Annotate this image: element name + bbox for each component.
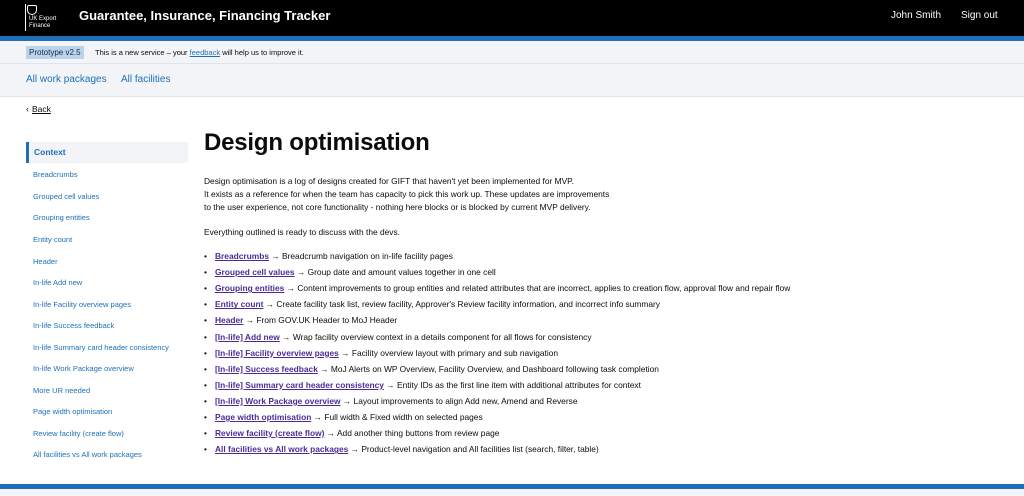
bullet-icon: • <box>204 267 207 278</box>
phase-banner: Prototype v2.5 This is a new service – y… <box>0 41 1024 64</box>
side-nav-item[interactable]: Grouped cell values <box>26 192 188 201</box>
item-link[interactable]: Page width optimisation <box>215 412 311 422</box>
side-nav-item[interactable]: Grouping entities <box>26 213 188 222</box>
list-item: • Breadcrumbs → Breadcrumb navigation on … <box>204 251 453 261</box>
side-nav-item[interactable]: More UR needed <box>26 386 188 395</box>
footer <box>0 489 1024 496</box>
item-description: → Create facility task list, review faci… <box>263 299 660 310</box>
list-item: • [In-life] Success feedback → MoJ Alerts… <box>204 364 659 374</box>
chevron-left-icon: ‹ <box>26 104 29 114</box>
list-item: • Grouped cell values → Group date and am… <box>204 267 496 277</box>
list-item: • Review facility (create flow) → Add ano… <box>204 428 499 438</box>
side-nav-item[interactable]: Page width optimisation <box>26 407 188 416</box>
back-link[interactable]: ‹ Back <box>26 104 51 114</box>
phase-text-before: This is a new service – your <box>95 48 188 57</box>
list-item: • [In-life] Summary card header consisten… <box>204 380 641 390</box>
item-description: → Entity IDs as the first line item with… <box>383 379 641 390</box>
intro-line: to the user experience, not core functio… <box>204 201 591 212</box>
list-item: • [In-life] Work Package overview → Layou… <box>204 396 577 406</box>
feedback-link[interactable]: feedback <box>190 48 220 57</box>
service-name[interactable]: Guarantee, Insurance, Financing Tracker <box>79 8 330 23</box>
side-nav-item[interactable]: Header <box>26 257 188 266</box>
item-link[interactable]: Header <box>215 315 243 325</box>
side-nav-item[interactable]: In-life Success feedback <box>26 321 188 330</box>
phase-text-after: will help us to improve it. <box>222 48 304 57</box>
bullet-icon: • <box>204 379 207 390</box>
bullet-icon: • <box>204 299 207 310</box>
intro-paragraph: Design optimisation is a log of designs … <box>204 175 609 213</box>
item-description: → MoJ Alerts on WP Overview, Facility Ov… <box>317 363 659 374</box>
side-nav-item[interactable]: In-life Facility overview pages <box>26 300 188 309</box>
item-link[interactable]: Breadcrumbs <box>215 251 269 261</box>
side-nav-item[interactable]: Review facility (create flow) <box>26 429 188 438</box>
sign-out-link[interactable]: Sign out <box>961 10 998 21</box>
side-nav-item[interactable]: All facilities vs All work packages <box>26 450 188 459</box>
bullet-icon: • <box>204 251 207 261</box>
item-link[interactable]: [In-life] Success feedback <box>215 364 318 374</box>
side-nav-item[interactable]: In-life Work Package overview <box>26 364 188 373</box>
list-item: • All facilities vs All work packages → P… <box>204 444 599 454</box>
item-link[interactable]: Grouping entities <box>215 283 284 293</box>
user-name: John Smith <box>891 10 942 21</box>
item-description: → Full width & Fixed width on selected p… <box>311 412 483 422</box>
page-title: Design optimisation <box>204 129 430 156</box>
item-description: → Wrap facility overview context in a de… <box>279 331 592 342</box>
item-link[interactable]: All facilities vs All work packages <box>215 444 348 454</box>
item-link[interactable]: Review facility (create flow) <box>215 428 324 438</box>
item-description: → Product-level navigation and All facil… <box>348 444 599 455</box>
intro-line: Design optimisation is a log of designs … <box>204 176 574 186</box>
item-description: → Facility overview layout with primary … <box>338 347 559 358</box>
item-link[interactable]: [In-life] Facility overview pages <box>215 348 339 358</box>
item-description: → Add another thing buttons from review … <box>324 428 500 439</box>
back-link-label: Back <box>32 104 51 114</box>
nav-all-work-packages[interactable]: All work packages <box>26 74 107 85</box>
bullet-icon: • <box>204 315 207 326</box>
bullet-icon: • <box>204 331 207 342</box>
nav-all-facilities[interactable]: All facilities <box>121 74 170 85</box>
side-nav-item[interactable]: In-life Add new <box>26 278 188 287</box>
logo-divider <box>25 4 26 31</box>
side-nav-item[interactable]: Breadcrumbs <box>26 170 188 179</box>
bullet-icon: • <box>204 363 207 374</box>
item-link[interactable]: Entity count <box>215 299 263 309</box>
logo-line-2: Finance <box>29 23 51 29</box>
item-description: → From GOV.UK Header to MoJ Header <box>243 315 398 326</box>
bullet-icon: • <box>204 444 207 455</box>
ready-text: Everything outlined is ready to discuss … <box>204 227 400 237</box>
item-description: → Layout improvements to align Add new, … <box>340 395 578 406</box>
item-link[interactable]: [In-life] Add new <box>215 332 280 342</box>
list-item: • Header → From GOV.UK Header to MoJ Head… <box>204 315 397 325</box>
crest-icon <box>27 5 37 15</box>
bullet-icon: • <box>204 283 207 294</box>
intro-line: It exists as a reference for when the te… <box>204 188 610 199</box>
phase-tag: Prototype v2.5 <box>26 46 84 59</box>
item-link[interactable]: [In-life] Work Package overview <box>215 396 341 406</box>
primary-navigation: All work packages All facilities <box>0 64 1024 97</box>
list-item: • Entity count → Create facility task lis… <box>204 299 660 309</box>
item-description: → Breadcrumb navigation on in-life facil… <box>269 251 453 261</box>
bullet-icon: • <box>204 395 207 406</box>
bullet-icon: • <box>204 428 207 439</box>
item-description: → Content improvements to group entities… <box>284 283 791 294</box>
side-nav-item[interactable]: Context <box>26 142 188 163</box>
item-description: → Group date and amount values together … <box>294 267 496 278</box>
side-nav-item[interactable]: Entity count <box>26 235 188 244</box>
item-link[interactable]: [In-life] Summary card header consistenc… <box>215 380 384 390</box>
list-item: • Page width optimisation → Full width & … <box>204 412 483 422</box>
list-item: • [In-life] Facility overview pages → Fac… <box>204 348 558 358</box>
phase-banner-text: This is a new service – your feedback wi… <box>95 48 304 57</box>
logo-line-1: UK Export <box>29 16 57 22</box>
bullet-icon: • <box>204 412 207 422</box>
bullet-icon: • <box>204 347 207 358</box>
side-nav-item[interactable]: In-life Summary card header consistency <box>26 343 188 352</box>
list-item: • Grouping entities → Content improvement… <box>204 283 790 293</box>
item-link[interactable]: Grouped cell values <box>215 267 295 277</box>
site-header: UK Export Finance Guarantee, Insurance, … <box>0 0 1024 36</box>
list-item: • [In-life] Add new → Wrap facility overv… <box>204 332 592 342</box>
ukef-logo[interactable]: UK Export Finance <box>25 4 65 32</box>
